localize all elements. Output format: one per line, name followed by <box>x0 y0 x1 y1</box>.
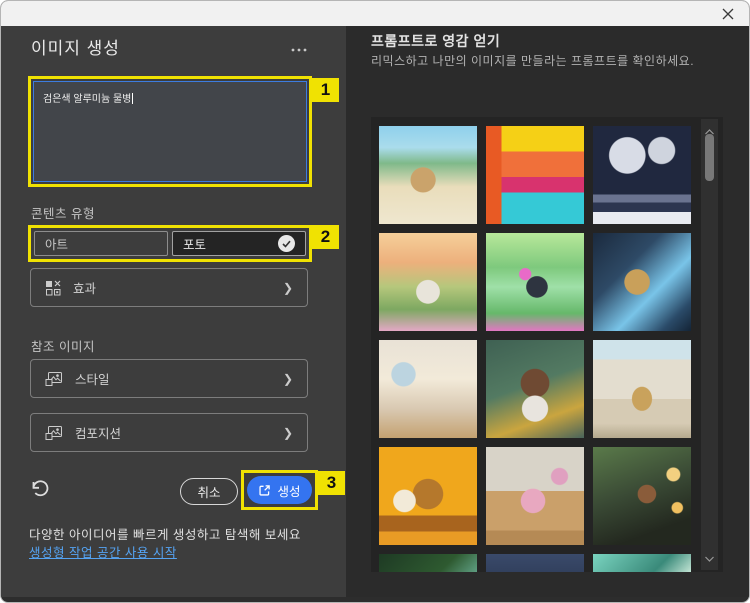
thumbnail-leopard-coat-woman[interactable] <box>593 340 691 438</box>
title-bar <box>1 1 749 26</box>
step-badge-2: 2 <box>312 225 339 249</box>
inspiration-panel: 프롬프트로 영감 얻기 리믹스하고 나만의 이미지를 만들라는 프롬프트를 확인… <box>346 26 749 597</box>
photo-button-label: 포토 <box>183 238 207 252</box>
chevron-right-icon: ❯ <box>282 280 293 295</box>
effects-icon <box>46 280 61 295</box>
effects-button[interactable]: 효과 ❯ <box>30 268 308 307</box>
thumbnail-grid <box>379 126 691 572</box>
thumbnail-giraffe-sunglasses[interactable] <box>379 447 477 545</box>
inspiration-subtitle: 리믹스하고 나만의 이미지를 만들라는 프롬프트를 확인하세요. <box>371 54 695 68</box>
thumbnail-tropical-beach-hut[interactable] <box>379 126 477 224</box>
thumbnail-glass-motorcycle[interactable] <box>593 233 691 331</box>
close-icon <box>722 8 734 20</box>
cancel-button[interactable]: 취소 <box>180 478 238 505</box>
content-type-photo-button[interactable]: 포토 <box>172 231 306 256</box>
thumbnail-stormy-sky[interactable] <box>486 554 584 572</box>
panel-title: 이미지 생성 <box>31 39 120 58</box>
content-type-label: 콘텐츠 유형 <box>31 207 95 221</box>
thumbnail-bright-kitchen-interior[interactable] <box>379 340 477 438</box>
cancel-button-label: 취소 <box>197 486 221 500</box>
highlight-box-1: 검은색 알루미늄 물병 <box>28 76 312 187</box>
close-button[interactable] <box>719 5 737 23</box>
step-badge-1: 1 <box>312 78 339 102</box>
composition-reference-button[interactable]: 컴포지션 ❯ <box>30 413 308 452</box>
generative-workspace-link[interactable]: 생성형 작업 공간 사용 시작 <box>29 542 177 561</box>
thumbnail-planet-landscape[interactable] <box>593 554 691 572</box>
highlight-box-2: 아트 포토 <box>28 225 312 262</box>
thumbnail-pink-still-life[interactable] <box>486 447 584 545</box>
style-image-icon <box>45 371 62 386</box>
style-reference-button[interactable]: 스타일 ❯ <box>30 359 308 398</box>
grid-scrollbar[interactable] <box>701 119 718 570</box>
scrollbar-thumb[interactable] <box>705 134 714 181</box>
highlight-box-3: 생성 <box>241 470 318 510</box>
generation-settings-panel: 이미지 생성 검은색 알루미늄 물병 1 콘텐츠 유형 아트 포토 2 효과 ❯… <box>1 26 346 597</box>
effects-button-label: 효과 <box>73 282 97 296</box>
more-options-icon <box>291 48 307 52</box>
scroll-down-button[interactable] <box>704 549 715 567</box>
style-button-label: 스타일 <box>75 373 110 387</box>
art-button-label: 아트 <box>45 238 69 252</box>
thumbnail-paper-art-winter-night[interactable] <box>593 126 691 224</box>
chevron-right-icon: ❯ <box>282 425 293 440</box>
generate-button-label: 생성 <box>277 484 301 499</box>
thumbnail-young-man-portrait[interactable] <box>593 447 691 545</box>
thumbnail-fluffy-cat-meadow[interactable] <box>379 233 477 331</box>
generate-image-dialog: 이미지 생성 검은색 알루미늄 물병 1 콘텐츠 유형 아트 포토 2 효과 ❯… <box>0 0 750 603</box>
composition-image-icon <box>45 425 62 440</box>
generate-button[interactable]: 생성 <box>247 476 312 504</box>
undo-icon <box>32 480 49 497</box>
reference-image-label: 참조 이미지 <box>31 340 95 354</box>
reset-button[interactable] <box>29 478 53 500</box>
thumbnail-elderly-man-portrait[interactable] <box>486 340 584 438</box>
thumbnail-jungle-beach[interactable] <box>379 554 477 572</box>
more-options-button[interactable] <box>290 40 308 58</box>
composition-button-label: 컴포지션 <box>75 427 122 441</box>
step-badge-3: 3 <box>318 471 345 495</box>
inspiration-title: 프롬프트로 영감 얻기 <box>371 33 501 49</box>
hint-text: 다양한 아이디어를 빠르게 생성하고 탐색해 보세요 <box>29 528 301 542</box>
thumbnail-colorful-modern-house[interactable] <box>486 126 584 224</box>
text-caret <box>132 93 134 104</box>
chevron-down-icon <box>705 556 714 562</box>
prompt-input[interactable]: 검은색 알루미늄 물병 <box>33 81 307 182</box>
thumbnail-unicorn-illustration[interactable] <box>486 233 584 331</box>
chevron-right-icon: ❯ <box>282 371 293 386</box>
check-icon <box>278 235 295 252</box>
content-type-art-button[interactable]: 아트 <box>34 231 168 256</box>
prompt-text: 검은색 알루미늄 물병 <box>43 94 132 105</box>
generate-icon <box>259 484 271 496</box>
inspiration-grid-container <box>371 117 723 572</box>
